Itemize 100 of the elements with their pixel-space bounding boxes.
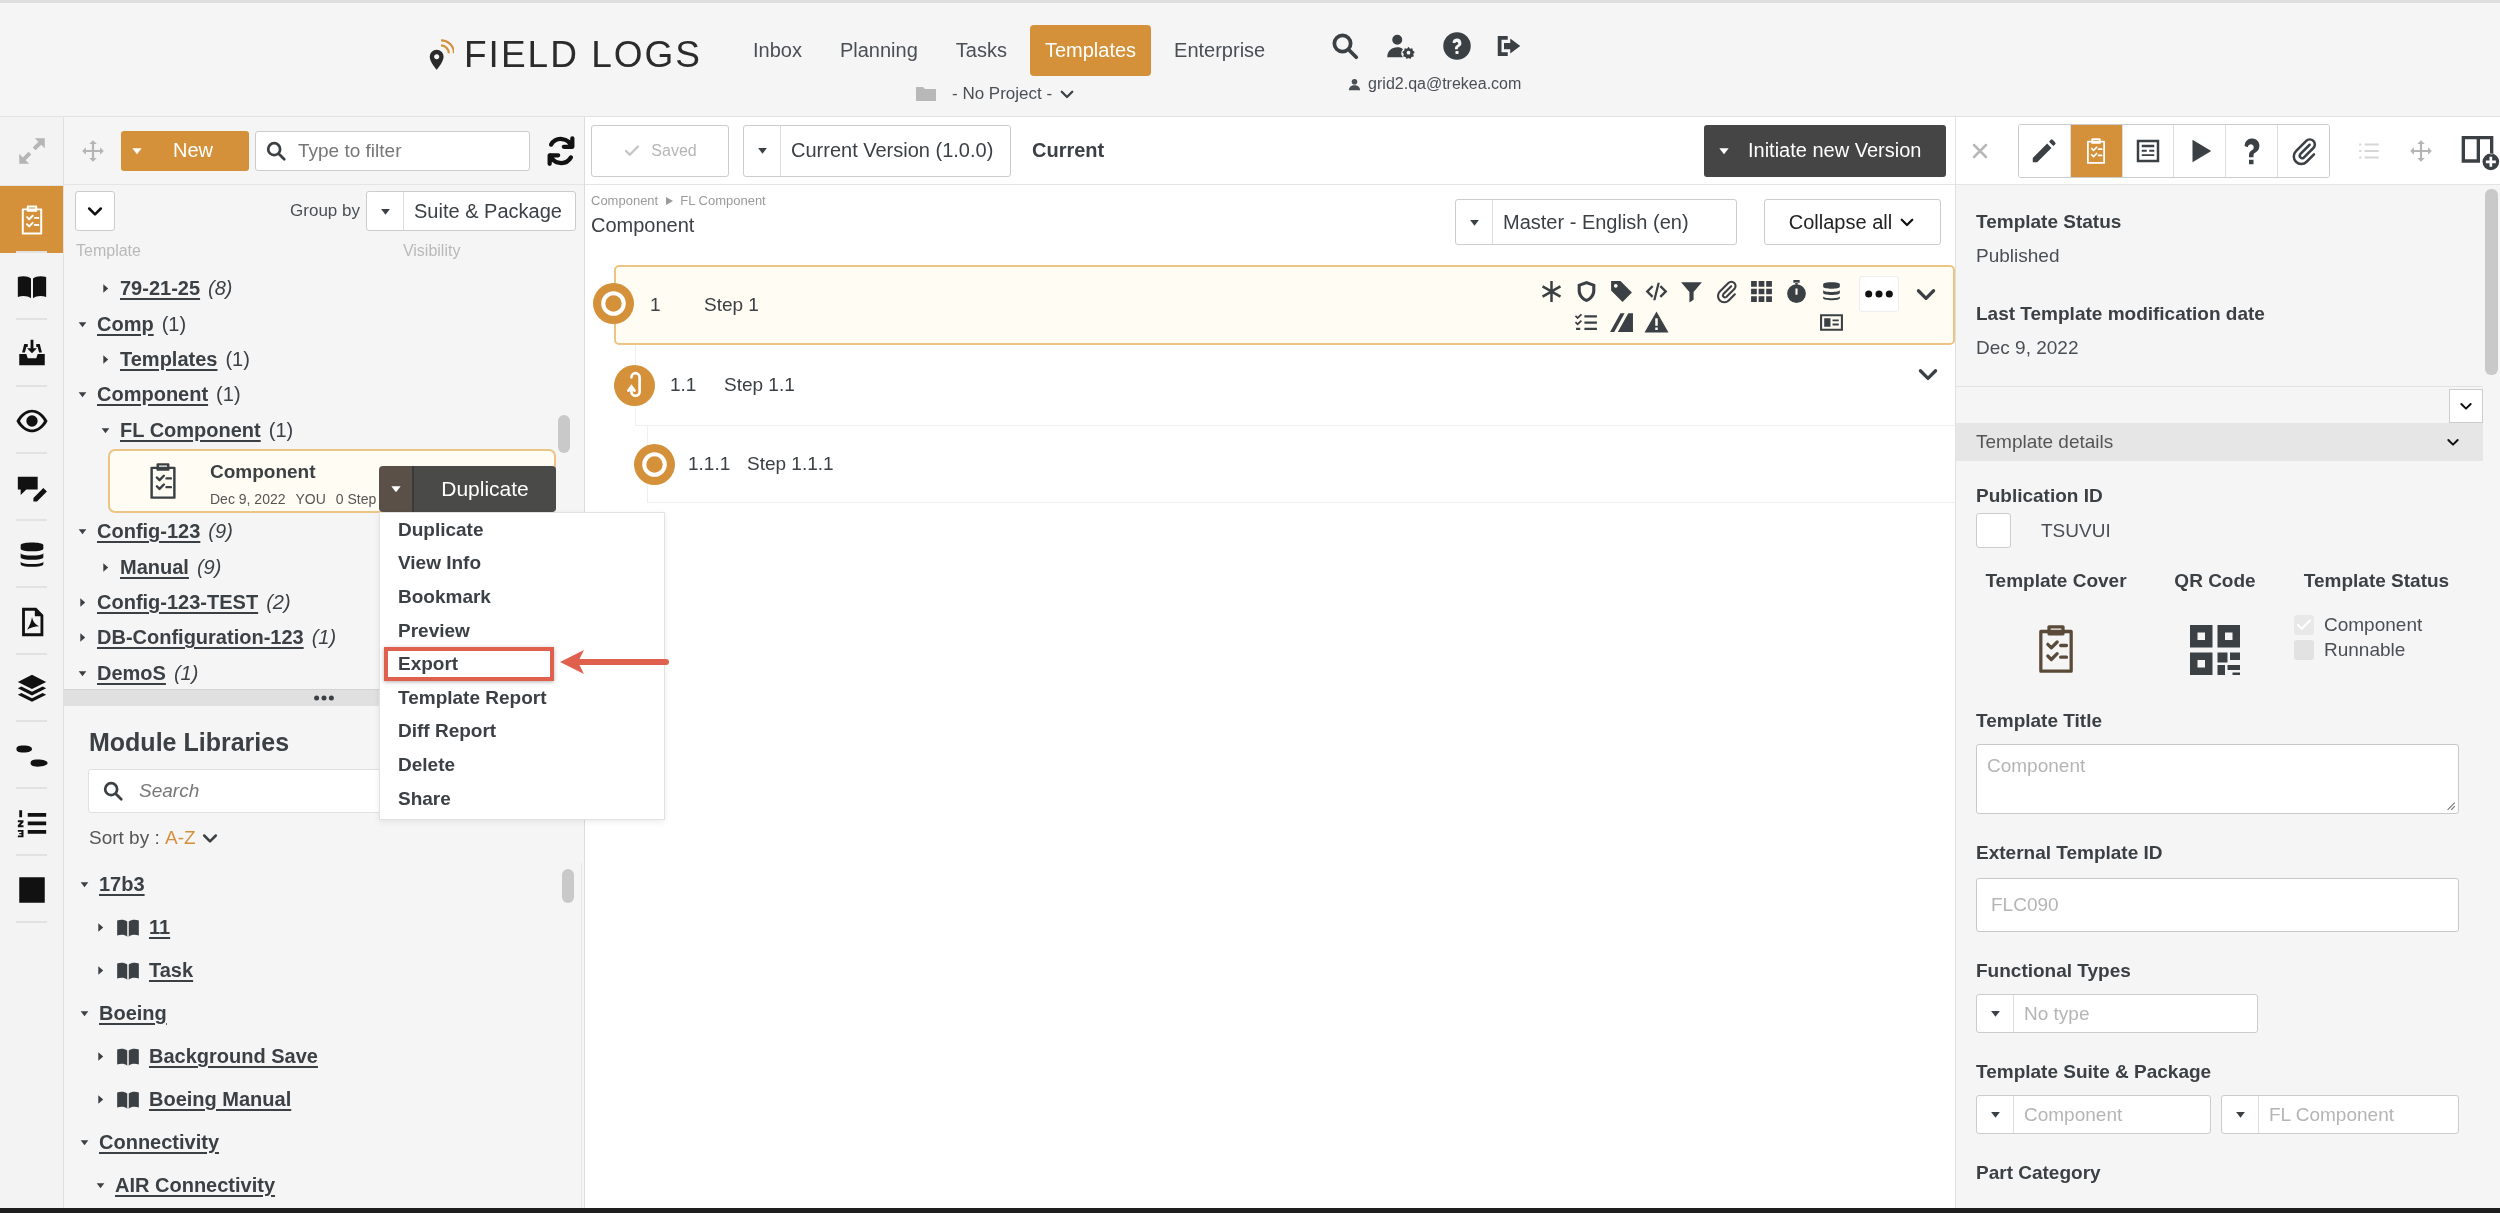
library-item[interactable]: 17b3 (99, 873, 145, 896)
step-row[interactable]: 1.1 Step 1.1 (635, 345, 1955, 426)
step-title: Step 1.1.1 (747, 453, 834, 475)
panel-tab[interactable] (2019, 124, 2071, 177)
menu-item[interactable]: Bookmark (384, 580, 554, 614)
field-label: Template Cover (1985, 570, 2127, 592)
field-label: External Template ID (1976, 842, 2164, 864)
tree-item[interactable]: Comp (97, 312, 154, 336)
tree-item[interactable]: Manual (120, 555, 189, 579)
breadcrumb-separator-icon (664, 195, 675, 206)
step-number: 1.1 (670, 374, 698, 396)
library-item[interactable]: Boeing Manual (149, 1088, 292, 1111)
item-count: (9) (208, 520, 233, 544)
menu-item[interactable]: Template Report (384, 680, 554, 715)
tree-item[interactable]: FL Component (120, 418, 261, 442)
scrollbar[interactable] (2485, 189, 2498, 375)
library-item[interactable]: Connectivity (99, 1131, 220, 1154)
field-label: Publication ID (1976, 485, 2104, 507)
menu-item[interactable]: Preview (384, 613, 554, 648)
search-icon[interactable] (1330, 31, 1361, 61)
stopwatch-icon[interactable] (1784, 278, 1809, 304)
field-value: Published (1976, 245, 2061, 267)
field-label: Template Suite & Package (1976, 1061, 2213, 1083)
location-pin-icon (428, 37, 454, 73)
library-item[interactable]: 11 (149, 916, 171, 939)
tree-item[interactable]: Templates (120, 347, 218, 371)
version-state: Current (1032, 139, 1105, 162)
tree-item[interactable]: DemoS (97, 661, 166, 685)
logo-wordmark: FIELD LOGS (464, 34, 702, 76)
tree-item[interactable]: Config-123-TEST (97, 590, 259, 614)
grid-icon[interactable] (1749, 278, 1774, 304)
template-author: YOU (295, 490, 326, 507)
group-by-select[interactable]: Suite & Package (366, 191, 576, 231)
filter-field[interactable]: Type to filter (255, 130, 530, 171)
column-header: Template (76, 242, 141, 260)
warning-icon[interactable] (1644, 309, 1669, 335)
field-label: Template Status (1976, 211, 2123, 233)
initiate-version-button[interactable]: Initiate new Version (1704, 124, 1946, 177)
item-count: (1) (311, 626, 337, 650)
menu-item[interactable]: Duplicate (384, 513, 554, 547)
field-label: Functional Types (1976, 960, 2132, 982)
step-title: Step 1 (704, 294, 759, 316)
sort-selector[interactable]: Sort by : A-Z (89, 827, 584, 849)
item-count: (9) (196, 555, 222, 579)
search-icon (102, 780, 124, 802)
step-number: 1 (650, 294, 662, 316)
group-by-label: Group by (290, 201, 360, 221)
tree-item[interactable]: 79-21-25 (120, 277, 201, 301)
tag-icon[interactable] (1609, 278, 1634, 304)
collapse-all-button[interactable]: Collapse all (1764, 199, 1941, 245)
asterisk-icon[interactable] (1539, 278, 1564, 304)
step-row[interactable]: 1.1.1 Step 1.1.1 (647, 426, 1955, 503)
nav-tab[interactable]: Enterprise (1159, 25, 1281, 76)
nav-tab[interactable]: Planning (824, 25, 933, 76)
step-title: Step 1.1 (724, 374, 795, 396)
library-item[interactable]: Boeing (99, 1002, 167, 1025)
scrollbar[interactable] (558, 415, 570, 453)
library-item[interactable]: Background Save (149, 1045, 318, 1068)
checkbox[interactable] (1976, 513, 2011, 548)
language-select[interactable]: Master - English (en) (1455, 199, 1737, 245)
template-date: Dec 9, 2022 (210, 490, 286, 507)
help-icon[interactable] (1442, 31, 1473, 61)
field-value: Dec 9, 2022 (1976, 337, 2080, 359)
section-header[interactable]: Template details (1956, 423, 2483, 461)
column-header: Visibility (402, 242, 461, 260)
user-email: grid2.qa@trekea.com (1368, 75, 1522, 93)
field-label: Template Status (2303, 570, 2450, 592)
library-item[interactable]: AIR Connectivity (115, 1174, 276, 1197)
tree-item[interactable]: DB-Configuration-123 (97, 626, 304, 650)
menu-item[interactable]: Diff Report (384, 714, 554, 749)
template-card[interactable]: Component Dec 9, 2022 YOU 0 Step Duplicate (108, 448, 556, 513)
collapse-dropdown[interactable] (75, 191, 115, 231)
step-number: 1.1.1 (688, 453, 732, 475)
item-count: (2) (266, 590, 291, 614)
more-button[interactable] (1859, 276, 1899, 312)
template-title: Component (210, 460, 317, 483)
more-icon (1865, 290, 1893, 298)
checkbox-label: Runnable (2324, 638, 2406, 661)
version-select[interactable]: Current Version (1.0.0) (743, 124, 1011, 177)
section-title: Module Libraries (89, 728, 290, 757)
menu-item[interactable]: View Info (384, 546, 554, 581)
resize-grip-icon[interactable] (2444, 799, 2456, 811)
library-item[interactable]: Task (149, 959, 194, 982)
user-icon (1347, 76, 1363, 92)
template-name: Component (591, 214, 696, 237)
tree-item[interactable]: Component (97, 383, 209, 407)
tree-item[interactable]: Config-123 (97, 520, 201, 544)
field-label: Part Category (1976, 1162, 2102, 1184)
item-count: (1) (216, 383, 241, 407)
dropdown-button[interactable] (2449, 389, 2483, 423)
paperclip-icon[interactable] (1714, 278, 1739, 304)
step-row[interactable]: 1 Step 1 (614, 265, 1955, 345)
field-label: QR Code (2174, 570, 2256, 592)
item-count: (1) (225, 347, 250, 371)
scrollbar[interactable] (562, 869, 574, 903)
project-selector[interactable]: - No Project - (912, 82, 1077, 106)
nav-tab[interactable]: Inbox (738, 25, 817, 76)
menu-item[interactable]: Export (384, 647, 554, 681)
nav-tab[interactable]: Tasks (940, 25, 1022, 76)
template-steps: 0 Step (335, 490, 377, 507)
